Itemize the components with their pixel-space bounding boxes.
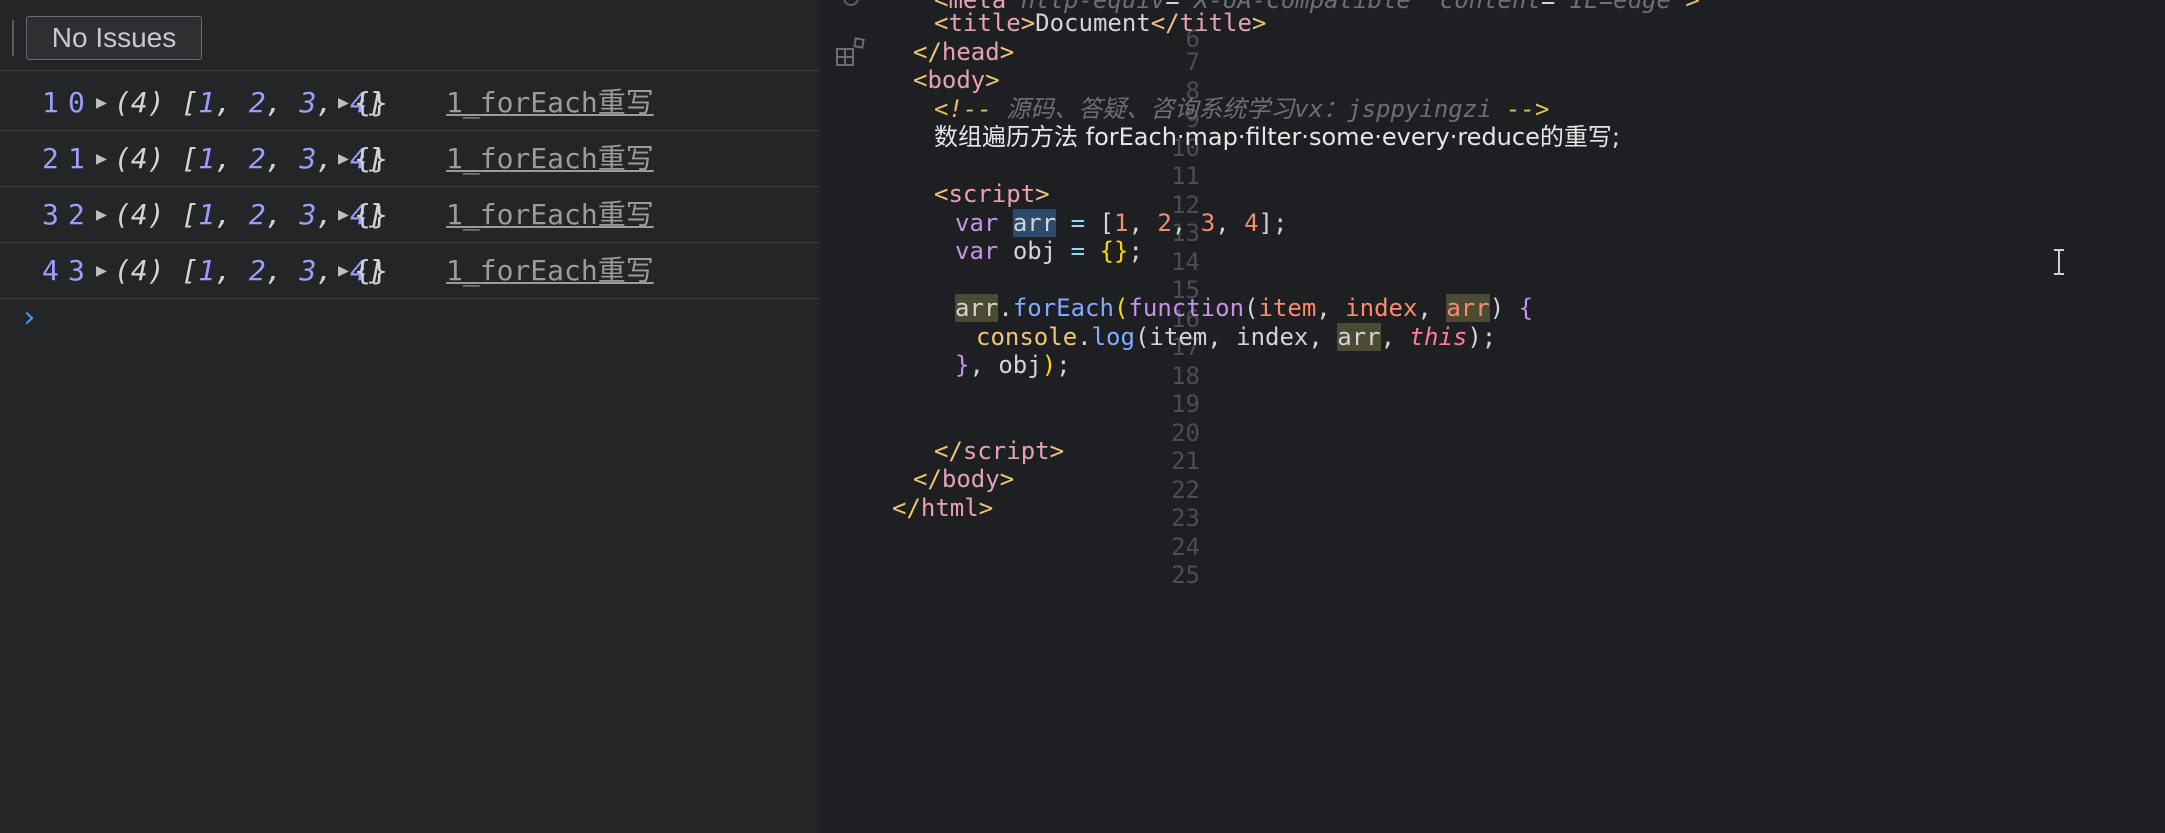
expand-triangle-icon[interactable]: ▶ <box>338 131 349 187</box>
log-item: 4 <box>42 254 59 287</box>
log-object[interactable]: {} <box>354 243 388 299</box>
activity-strip <box>820 0 880 833</box>
console-log-row[interactable]: 3 2 ▶ (4) [1, 2, 3, 4] ▶ {} 1_forEach重写 <box>0 187 820 243</box>
log-object[interactable]: {} <box>354 75 388 131</box>
code-line: 25 <box>880 517 2165 589</box>
expand-triangle-icon[interactable]: ▶ <box>96 243 107 299</box>
expand-triangle-icon[interactable]: ▶ <box>96 75 107 131</box>
log-index: 1 <box>68 142 85 175</box>
extensions-icon[interactable] <box>834 36 868 70</box>
expand-triangle-icon[interactable]: ▶ <box>338 243 349 299</box>
line-number: 25 <box>1171 561 1200 589</box>
console-log-row[interactable]: 4 3 ▶ (4) [1, 2, 3, 4] ▶ {} 1_forEach重写 <box>0 243 820 299</box>
log-index: 2 <box>68 198 85 231</box>
toolbar-separator <box>12 20 14 56</box>
log-item: 1 <box>42 86 59 119</box>
console-prompt[interactable]: › <box>20 300 38 335</box>
source-link[interactable]: 1_forEach重写 <box>446 187 654 243</box>
log-index: 3 <box>68 254 85 287</box>
log-item: 3 <box>42 198 59 231</box>
log-item: 2 <box>42 142 59 175</box>
log-object[interactable]: {} <box>354 131 388 187</box>
expand-triangle-icon[interactable]: ▶ <box>96 187 107 243</box>
text-cursor-icon <box>2054 249 2064 275</box>
console-log-row[interactable]: 2 1 ▶ (4) [1, 2, 3, 4] ▶ {} 1_forEach重写 <box>0 131 820 187</box>
log-index: 0 <box>68 86 85 119</box>
issues-button[interactable]: No Issues <box>26 16 202 60</box>
expand-triangle-icon[interactable]: ▶ <box>338 75 349 131</box>
debug-icon[interactable] <box>834 0 868 20</box>
expand-triangle-icon[interactable]: ▶ <box>338 187 349 243</box>
code-editor[interactable]: 6 <meta http-equiv="X-UA-Compatible" con… <box>880 0 2165 833</box>
console-toolbar: No Issues <box>0 0 820 71</box>
source-link[interactable]: 1_forEach重写 <box>446 243 654 299</box>
source-link[interactable]: 1_forEach重写 <box>446 75 654 131</box>
expand-triangle-icon[interactable]: ▶ <box>96 131 107 187</box>
console-panel: No Issues 1 0 ▶ (4) [1, 2, 3, 4] ▶ {} 1_… <box>0 0 820 833</box>
source-link[interactable]: 1_forEach重写 <box>446 131 654 187</box>
log-object[interactable]: {} <box>354 187 388 243</box>
console-log-row[interactable]: 1 0 ▶ (4) [1, 2, 3, 4] ▶ {} 1_forEach重写 <box>0 75 820 131</box>
